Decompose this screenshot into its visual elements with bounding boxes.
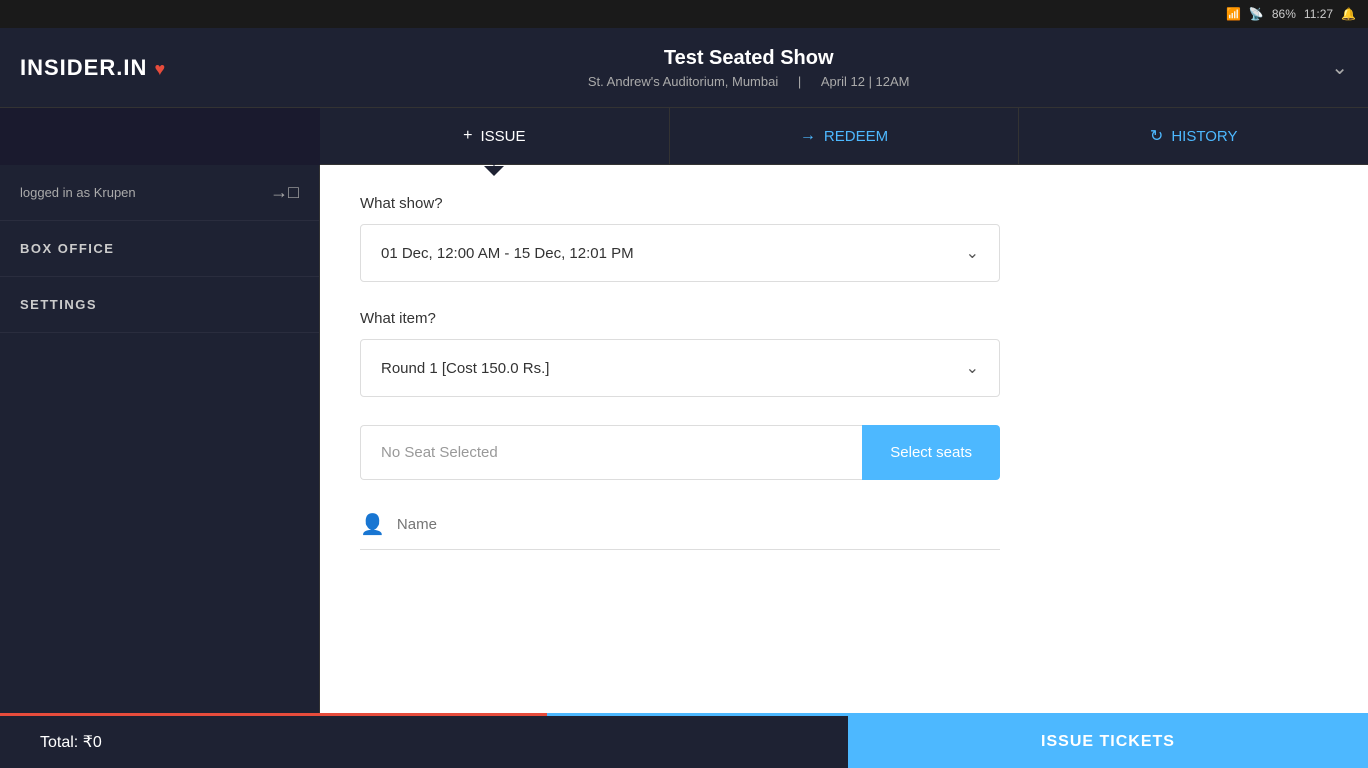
nav-tabs: + ISSUE → REDEEM ↻ HISTORY (320, 108, 1368, 165)
chevron-down-icon: ⌄ (966, 243, 979, 263)
sidebar-item-boxoffice[interactable]: BOX OFFICE (0, 221, 319, 277)
top-header: INSIDER.IN ♥ Test Seated Show St. Andrew… (0, 28, 1368, 108)
tab-history[interactable]: ↻ HISTORY (1019, 108, 1368, 164)
bottom-bar: Total: ₹0 ISSUE TICKETS (0, 716, 1368, 768)
total-section: Total: ₹0 (0, 716, 848, 768)
issue-icon: + (463, 127, 472, 145)
show-label: What show? (360, 195, 1328, 212)
item-dropdown[interactable]: Round 1 [Cost 150.0 Rs.] ⌄ (360, 339, 1000, 397)
item-label: What item? (360, 310, 1328, 327)
tab-history-label: HISTORY (1171, 128, 1237, 145)
logo: INSIDER.IN ♥ (20, 55, 166, 81)
logout-icon[interactable]: →□ (270, 182, 299, 203)
network-icon: 📶 (1226, 7, 1241, 21)
sidebar-item-settings[interactable]: SETTINGS (0, 277, 319, 333)
clock: 11:27 (1304, 7, 1333, 21)
sidebar: logged in as Krupen →□ BOX OFFICE SETTIN… (0, 165, 320, 717)
no-seat-display: No Seat Selected (360, 425, 862, 480)
redeem-icon: → (800, 127, 816, 145)
show-dropdown-value: 01 Dec, 12:00 AM - 15 Dec, 12:01 PM (381, 245, 634, 262)
status-bar: 📶 📡 86% 11:27 🔔 (0, 0, 1368, 28)
show-date: April 12 | 12AM (821, 74, 910, 89)
tab-redeem-label: REDEEM (824, 128, 888, 145)
content-area: What show? 01 Dec, 12:00 AM - 15 Dec, 12… (320, 165, 1368, 717)
tab-redeem[interactable]: → REDEEM (670, 108, 1020, 164)
history-icon: ↻ (1150, 126, 1163, 146)
show-venue: St. Andrew's Auditorium, Mumbai (588, 74, 778, 89)
no-seat-text: No Seat Selected (381, 444, 498, 461)
name-input-row: 👤 (360, 500, 1000, 550)
chevron-down-icon[interactable]: ⌄ (1331, 55, 1348, 80)
total-label: Total: ₹0 (40, 732, 102, 752)
chevron-down-icon: ⌄ (966, 358, 979, 378)
main-layout: logged in as Krupen →□ BOX OFFICE SETTIN… (0, 165, 1368, 717)
wifi-icon: 📡 (1249, 7, 1264, 21)
show-dropdown[interactable]: 01 Dec, 12:00 AM - 15 Dec, 12:01 PM ⌄ (360, 224, 1000, 282)
active-indicator (484, 166, 504, 176)
issue-tickets-button[interactable]: ISSUE TICKETS (848, 716, 1368, 768)
item-dropdown-value: Round 1 [Cost 150.0 Rs.] (381, 360, 549, 377)
tab-issue-label: ISSUE (481, 128, 526, 145)
tab-issue[interactable]: + ISSUE (320, 108, 670, 164)
battery-level: 86% (1272, 7, 1296, 21)
show-meta: St. Andrew's Auditorium, Mumbai | April … (580, 74, 918, 89)
logged-in-text: logged in as Krupen (20, 185, 136, 200)
name-field[interactable] (397, 516, 1000, 533)
item-section: What item? Round 1 [Cost 150.0 Rs.] ⌄ (360, 310, 1328, 397)
alarm-icon: 🔔 (1341, 7, 1356, 21)
show-section: What show? 01 Dec, 12:00 AM - 15 Dec, 12… (360, 195, 1328, 282)
show-title: Test Seated Show (580, 47, 918, 70)
logged-in-bar: logged in as Krupen →□ (0, 165, 319, 221)
select-seats-button[interactable]: Select seats (862, 425, 1000, 480)
person-icon: 👤 (360, 512, 385, 537)
show-info: Test Seated Show St. Andrew's Auditorium… (580, 47, 918, 89)
seat-row: No Seat Selected Select seats (360, 425, 1000, 480)
logo-heart: ♥ (154, 59, 166, 79)
